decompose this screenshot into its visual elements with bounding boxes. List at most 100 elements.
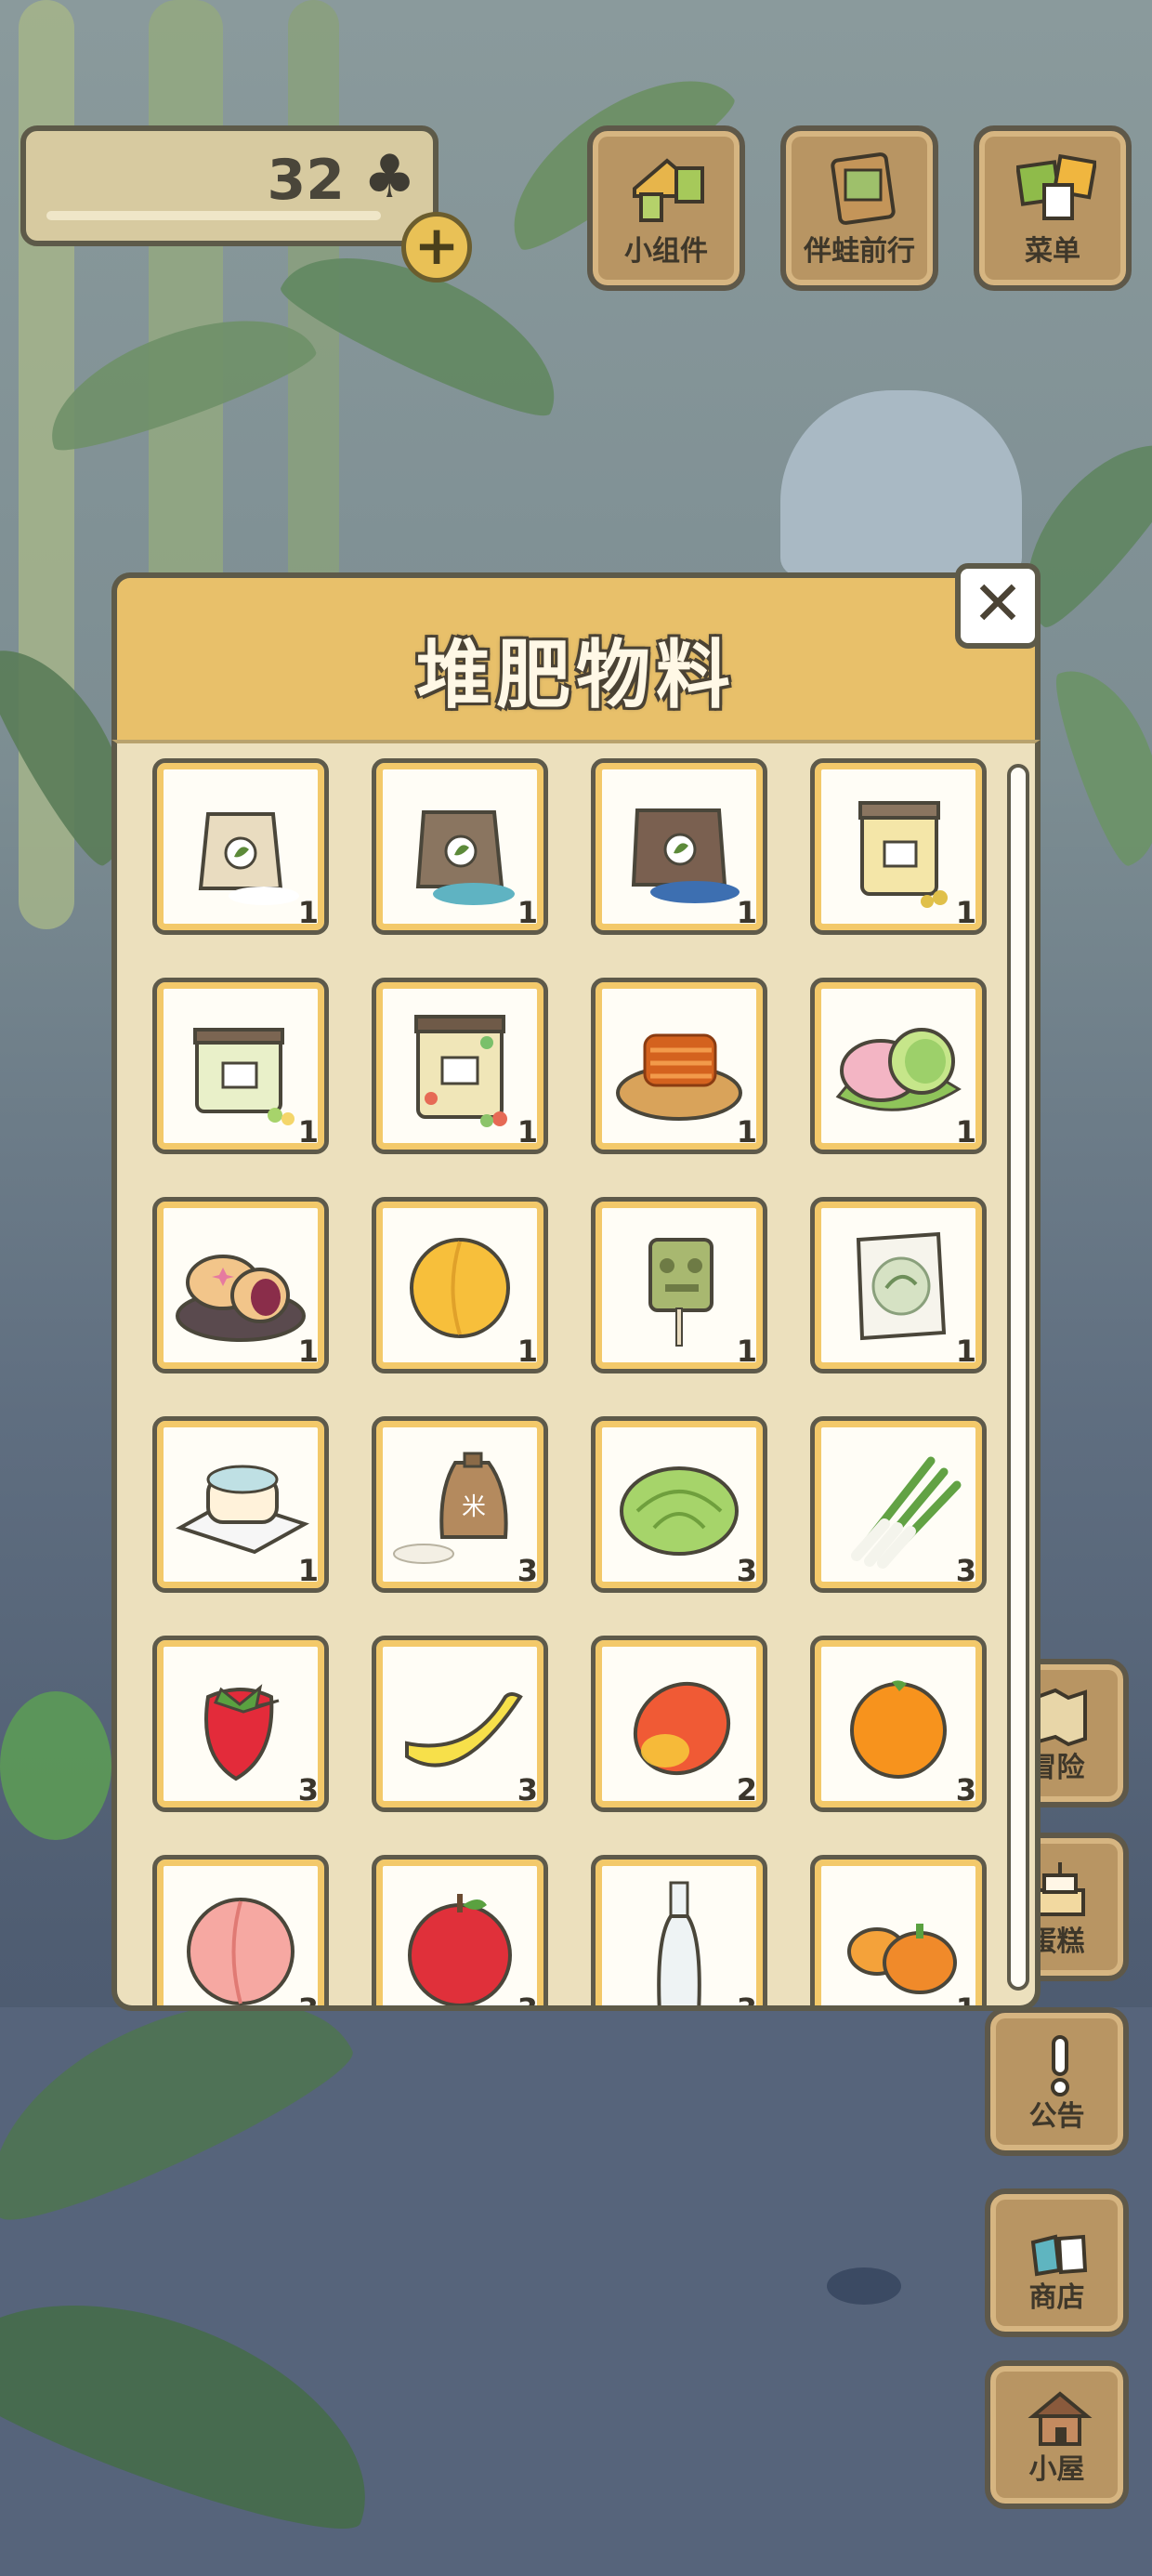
- item-quantity: 1: [297, 1334, 319, 1369]
- item-slot-strawberry[interactable]: 3: [152, 1636, 329, 1812]
- apple-icon: [408, 1894, 512, 2005]
- item-slot-cabbage[interactable]: 3: [591, 1416, 767, 1593]
- item-slot-bronze-mask-candy[interactable]: 1: [591, 1197, 767, 1373]
- notice-label: 公告: [1028, 2100, 1085, 2133]
- item-slot-mango[interactable]: 2: [591, 1636, 767, 1812]
- cabbage-icon: [620, 1466, 739, 1556]
- item-slot-mixed-pellet-jar-large[interactable]: 1: [372, 978, 548, 1154]
- item-slot-pumpkins[interactable]: 1: [810, 1855, 987, 2011]
- leaf: [1044, 652, 1152, 872]
- compost-materials-dialog: 堆肥物料 ✕ 1111111111111米33333233331: [111, 563, 1041, 2011]
- bronze-mask-candy-icon: [648, 1238, 713, 1347]
- item-quantity: 3: [955, 1772, 976, 1807]
- frog-travel-button[interactable]: 伴蛙前行: [780, 125, 938, 291]
- item-quantity: 3: [297, 1991, 319, 2011]
- teal-fertilizer-bag-icon: [415, 810, 515, 905]
- item-slot-teal-fertilizer-bag[interactable]: 1: [372, 758, 548, 935]
- mooncakes-plate-icon: [176, 1255, 306, 1342]
- dialog-header: 堆肥物料: [111, 572, 1041, 740]
- tea-packet-icon: [856, 1231, 947, 1341]
- orange-icon: [850, 1680, 947, 1779]
- rice-sack-icon: 米: [393, 1452, 508, 1564]
- rock: [780, 390, 1022, 576]
- menu-button[interactable]: 菜单: [974, 125, 1132, 291]
- stone: [827, 2267, 901, 2305]
- banana-icon: [405, 1692, 523, 1768]
- mango-icon: [633, 1681, 731, 1776]
- item-slot-peach[interactable]: 3: [152, 1855, 329, 2011]
- item-slot-blue-fertilizer-bag[interactable]: 1: [591, 758, 767, 935]
- widget-button[interactable]: 小组件: [587, 125, 745, 291]
- mixed-pellet-jar-large-icon: [414, 1015, 507, 1127]
- item-slot-yellow-pellet-jar[interactable]: 1: [810, 758, 987, 935]
- house-button[interactable]: 小屋: [985, 2360, 1129, 2509]
- mixed-pellet-jar-small-icon: [193, 1028, 295, 1125]
- item-slot-apricot[interactable]: 1: [372, 1197, 548, 1373]
- item-quantity: 3: [297, 1772, 319, 1807]
- house-label: 小屋: [1028, 2453, 1085, 2486]
- item-quantity: 1: [297, 1553, 319, 1588]
- snow-cake-icon: [176, 1465, 309, 1555]
- scrollbar[interactable]: [1007, 764, 1029, 1991]
- item-slot-banana[interactable]: 3: [372, 1636, 548, 1812]
- item-slot-orange[interactable]: 3: [810, 1636, 987, 1812]
- item-quantity: 3: [736, 1991, 757, 2011]
- blue-fertilizer-bag-icon: [631, 808, 740, 903]
- add-clover-button[interactable]: +: [401, 212, 472, 283]
- mochi-on-leaf-icon: [835, 1028, 962, 1111]
- glass-bottle-icon: [657, 1881, 701, 2005]
- item-slot-white-fertilizer-bag[interactable]: 1: [152, 758, 329, 935]
- item-slot-fried-dough-twists[interactable]: 1: [591, 978, 767, 1154]
- exclamation-icon: [1051, 2035, 1069, 2096]
- item-slot-mooncakes-plate[interactable]: 1: [152, 1197, 329, 1373]
- item-slot-rice-sack[interactable]: 米3: [372, 1416, 548, 1593]
- item-quantity: 1: [955, 1114, 976, 1150]
- item-slot-glass-bottle[interactable]: 3: [591, 1855, 767, 2011]
- shop-label: 商店: [1028, 2281, 1085, 2314]
- fried-dough-twists-icon: [616, 1033, 742, 1121]
- clover-counter: 32 ♣: [20, 125, 439, 246]
- leaf: [0, 1691, 111, 1840]
- dialog-title: 堆肥物料: [416, 632, 736, 718]
- svg-text:米: 米: [462, 1493, 486, 1521]
- item-quantity: 1: [297, 895, 319, 930]
- item-quantity: 1: [736, 895, 757, 930]
- item-quantity: 1: [517, 1114, 538, 1150]
- counter-bar: [46, 211, 381, 220]
- pumpkins-icon: [847, 1924, 957, 1994]
- menu-label: 菜单: [1025, 235, 1080, 268]
- item-quantity: 1: [736, 1114, 757, 1150]
- peach-icon: [187, 1898, 295, 2005]
- item-quantity: 3: [955, 1553, 976, 1588]
- item-quantity: 1: [517, 895, 538, 930]
- item-quantity: 1: [517, 1334, 538, 1369]
- item-quantity: 3: [517, 1553, 538, 1588]
- green-onion-icon: [851, 1456, 962, 1569]
- item-slot-apple[interactable]: 3: [372, 1855, 548, 2011]
- item-slot-mochi-on-leaf[interactable]: 1: [810, 978, 987, 1154]
- widget-icon: [633, 158, 704, 222]
- item-quantity: 3: [736, 1553, 757, 1588]
- shop-bags-icon: [1030, 2234, 1088, 2277]
- game-scene: 32 ♣ + 小组件 伴蛙前行 菜单 冒险 蛋糕 公告 商店 小屋 堆肥物料 ✕…: [0, 0, 1152, 2576]
- strawberry-icon: [204, 1684, 280, 1781]
- item-quantity: 1: [736, 1334, 757, 1369]
- item-quantity: 3: [517, 1991, 538, 2011]
- item-slot-tea-packet[interactable]: 1: [810, 1197, 987, 1373]
- close-button[interactable]: ✕: [955, 563, 1041, 649]
- item-quantity: 1: [955, 895, 976, 930]
- item-quantity: 1: [297, 1114, 319, 1150]
- clover-count: 32: [267, 148, 346, 213]
- menu-icon: [1016, 153, 1096, 220]
- yellow-pellet-jar-icon: [858, 801, 948, 908]
- notice-button[interactable]: 公告: [985, 2007, 1129, 2156]
- item-slot-mixed-pellet-jar-small[interactable]: 1: [152, 978, 329, 1154]
- widget-label: 小组件: [624, 235, 708, 268]
- item-slot-snow-cake[interactable]: 1: [152, 1416, 329, 1593]
- item-quantity: 1: [955, 1991, 976, 2011]
- shop-button[interactable]: 商店: [985, 2188, 1129, 2337]
- item-slot-green-onion[interactable]: 3: [810, 1416, 987, 1593]
- apricot-icon: [410, 1238, 510, 1338]
- items-panel: 1111111111111米33333233331: [111, 740, 1041, 2011]
- item-quantity: 3: [517, 1772, 538, 1807]
